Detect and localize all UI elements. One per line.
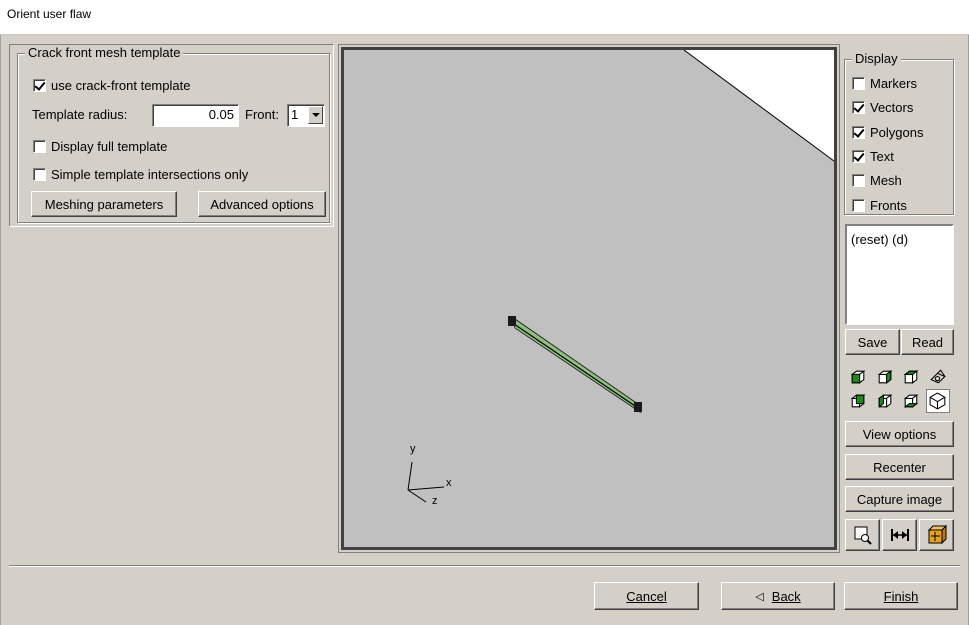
finish-button[interactable]: Finish <box>844 582 958 610</box>
fit-width-button[interactable] <box>882 519 917 551</box>
display-text-checkbox[interactable]: Text <box>852 149 894 164</box>
view-bottom-button[interactable] <box>899 389 923 413</box>
use-template-checkbox[interactable]: use crack-front template <box>33 78 190 93</box>
crack-end-marker <box>634 402 642 412</box>
view-front-icon <box>850 370 866 384</box>
recenter-button[interactable]: Recenter <box>845 454 954 480</box>
view-iso-wire-button[interactable] <box>925 365 950 389</box>
view-back-button[interactable] <box>846 389 870 413</box>
viewport-canvas[interactable]: y x z <box>344 50 834 547</box>
checkbox-box <box>33 140 46 153</box>
checkbox-label: Mesh <box>870 173 902 189</box>
capture-image-button[interactable]: Capture image <box>845 486 954 512</box>
view-right-button[interactable] <box>872 365 897 389</box>
template-radius-label: Template radius: <box>32 107 128 122</box>
axis-z-label: z <box>432 495 438 507</box>
checkbox-label: Simple template intersections only <box>51 167 249 182</box>
display-polygons-checkbox[interactable]: Polygons <box>852 125 923 140</box>
simple-intersections-checkbox[interactable]: Simple template intersections only <box>33 167 248 182</box>
checkbox-box <box>852 77 865 90</box>
checkbox-label: use crack-front template <box>51 78 191 93</box>
checkbox-label: Markers <box>870 76 917 91</box>
crack-flaw <box>511 315 642 414</box>
checkbox-label: Display full template <box>51 139 168 154</box>
axis-y-label: y <box>410 443 416 455</box>
checkbox-box <box>33 79 46 92</box>
checkbox-box <box>852 149 865 163</box>
view-left-icon <box>877 394 892 408</box>
fit-width-icon <box>890 529 909 541</box>
bounding-box-button[interactable] <box>919 519 954 551</box>
cancel-label: Cancel <box>626 588 667 604</box>
finish-label: Finish <box>883 588 919 604</box>
checkbox-label: Polygons <box>870 124 924 140</box>
cancel-button[interactable]: Cancel <box>594 582 699 610</box>
display-vectors-checkbox[interactable]: Vectors <box>852 100 913 115</box>
dialog-client: Crack front mesh template use crack-fron… <box>0 35 969 625</box>
template-radius-input[interactable]: 0.05 <box>152 104 239 127</box>
advanced-options-button[interactable]: Advanced options <box>198 191 326 217</box>
view-iso-wire-icon <box>929 369 946 384</box>
checkbox-label: Fronts <box>870 197 907 213</box>
meshing-parameters-button[interactable]: Meshing parameters <box>31 191 177 217</box>
display-legend: Display <box>852 51 901 66</box>
crack-end-marker <box>508 316 516 326</box>
zoom-tool-button[interactable] <box>845 519 880 551</box>
front-label: Front: <box>245 107 279 122</box>
checkbox-box <box>852 198 865 212</box>
3d-viewport[interactable]: y x z <box>341 47 837 550</box>
script-text: (reset) (d) <box>851 232 909 247</box>
view-back-icon <box>850 394 866 408</box>
checkbox-box <box>852 174 865 188</box>
checkbox-label: Vectors <box>870 100 914 116</box>
display-markers-checkbox[interactable]: Markers <box>852 76 917 91</box>
footer-separator <box>9 565 960 567</box>
chevron-down-icon[interactable] <box>308 106 323 124</box>
view-left-button[interactable] <box>872 389 897 413</box>
window-title: Orient user flaw <box>7 7 92 21</box>
view-top-button[interactable] <box>899 365 923 389</box>
checkbox-label: Text <box>870 148 894 164</box>
script-box[interactable]: (reset) (d) <box>845 224 954 325</box>
display-fronts-checkbox[interactable]: Fronts <box>852 198 907 213</box>
back-label: Back <box>771 588 801 604</box>
view-iso-button[interactable] <box>925 389 950 413</box>
view-right-icon <box>877 370 892 384</box>
checkbox-box <box>852 125 865 139</box>
back-button[interactable]: ◁ Back <box>721 582 835 610</box>
checkbox-box <box>852 101 865 115</box>
view-front-button[interactable] <box>846 365 870 389</box>
title-bar: Orient user flaw <box>0 0 969 35</box>
view-options-button[interactable]: View options <box>845 421 954 447</box>
axis-triad <box>407 461 445 503</box>
crack-front-line <box>513 323 639 409</box>
axis-x-label: x <box>446 477 452 489</box>
view-top-icon <box>903 370 919 384</box>
save-button[interactable]: Save <box>845 329 900 355</box>
front-select-value: 1 <box>291 107 299 122</box>
display-mesh-checkbox[interactable]: Mesh <box>852 173 902 188</box>
bounding-box-icon <box>927 524 947 545</box>
checkbox-box <box>33 168 46 181</box>
read-button[interactable]: Read <box>901 329 954 355</box>
front-select[interactable]: 1 <box>287 104 325 127</box>
template-legend: Crack front mesh template <box>25 45 184 60</box>
view-bottom-icon <box>903 394 919 408</box>
back-arrow-icon: ◁ <box>755 590 764 603</box>
zoom-icon <box>854 526 872 545</box>
display-full-template-checkbox[interactable]: Display full template <box>33 139 167 154</box>
view-iso-icon <box>929 392 945 410</box>
